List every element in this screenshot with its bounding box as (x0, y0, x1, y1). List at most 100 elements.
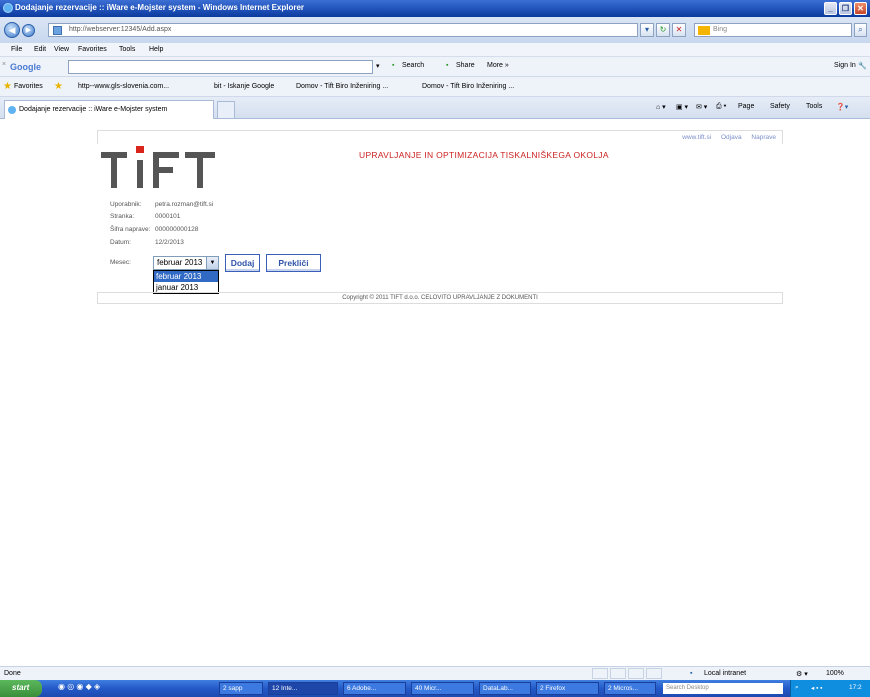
desktop-search-input[interactable]: Search Desktop (663, 683, 783, 694)
taskbar-item-microsoft[interactable]: 40 Micr... (411, 682, 474, 695)
menu-help[interactable]: Help (149, 46, 163, 53)
menu-tools[interactable]: Tools (119, 46, 135, 53)
system-tray: ⌕ ◂ ▪ ▪ 17:2 (790, 680, 870, 697)
protected-mode-icon[interactable]: ⚙ ▾ (796, 670, 808, 678)
value-sifra-naprave: 000000000128 (155, 226, 199, 233)
favorites-bar: ★ Favorites ★ http--www.gls-slovenia.com… (0, 77, 870, 97)
value-datum: 12/2/2013 (155, 239, 184, 246)
status-pane (610, 668, 626, 679)
back-button[interactable]: ◀ (4, 22, 20, 38)
tab-active[interactable]: Dodajanje rezervacije :: iWare e-Mojster… (4, 100, 214, 119)
add-button[interactable]: Dodaj (225, 254, 260, 272)
favorites-star-icon: ★ (3, 81, 12, 92)
month-select[interactable]: februar 2013 ▼ (153, 256, 219, 270)
value-stranka: 0000101 (155, 213, 181, 220)
taskbar-item-sapp[interactable]: 2 sapp (219, 682, 263, 695)
forward-button[interactable]: ▶ (22, 24, 35, 37)
favorite-link-google[interactable]: bit - Iskanje Google (214, 83, 274, 90)
address-bar[interactable]: http://webserver:12345/Add.aspx (48, 23, 638, 37)
link-naprave[interactable]: Naprave (751, 134, 776, 141)
close-button[interactable]: ✕ (854, 2, 867, 15)
menu-favorites[interactable]: Favorites (78, 46, 107, 53)
mail-icon[interactable]: ✉ ▾ (696, 103, 707, 111)
google-search-input[interactable] (68, 60, 373, 74)
search-input[interactable]: Bing (694, 23, 852, 37)
zoom-level[interactable]: 100% (826, 670, 844, 677)
taskbar-item-ie[interactable]: 12 Inte... (268, 682, 338, 695)
status-bar: Done ▪ Local intranet ⚙ ▾ 100% (0, 666, 870, 680)
ie-logo-icon (3, 3, 13, 13)
month-select-value: februar 2013 (157, 258, 203, 267)
google-more-button[interactable]: More » (487, 62, 509, 69)
link-tift-website[interactable]: www.tift.si (682, 134, 711, 141)
google-search-dropdown[interactable]: ▾ (376, 62, 380, 70)
stop-button[interactable]: ✕ (672, 23, 686, 37)
month-dropdown-list: februar 2013 januar 2013 (153, 270, 219, 294)
address-dropdown-button[interactable]: ▾ (640, 23, 654, 37)
start-button[interactable]: start (0, 680, 42, 697)
month-option-februar[interactable]: februar 2013 (154, 271, 218, 282)
page-footer: Copyright © 2011 TIFT d.o.o. CELOVITO UP… (97, 292, 783, 304)
cancel-button[interactable]: Prekliči (266, 254, 321, 272)
google-share-button[interactable]: Share (456, 62, 475, 69)
menu-edit[interactable]: Edit (34, 46, 46, 53)
page-icon (53, 26, 62, 35)
label-sifra-naprave: Šifra naprave: (110, 226, 151, 233)
feeds-icon[interactable]: ▣ ▾ (676, 103, 688, 111)
menu-file[interactable]: File (11, 46, 22, 53)
clock: 17:2 (849, 684, 862, 691)
page-content: www.tift.si Odjava Naprave UPRAVLJANJE I… (0, 120, 870, 666)
menu-view[interactable]: View (54, 46, 69, 53)
share-icon: ▪ (446, 62, 449, 69)
quick-launch-icons[interactable]: ◉ ◎ ◉ ◆ ◈ (58, 682, 100, 691)
google-search-button[interactable]: Search (402, 62, 424, 69)
window-title: Dodajanje rezervacije :: iWare e-Mojster… (15, 3, 305, 12)
windows-taskbar: start ◉ ◎ ◉ ◆ ◈ 2 sapp 12 Inte... 6 Adob… (0, 680, 870, 697)
minimize-button[interactable]: _ (824, 2, 837, 15)
favorites-button[interactable]: Favorites (14, 83, 43, 90)
tab-row: Dodajanje rezervacije :: iWare e-Mojster… (0, 97, 870, 119)
bing-icon (698, 26, 710, 35)
tools-menu[interactable]: Tools (806, 103, 822, 110)
taskbar-item-datalab[interactable]: DataLab... (479, 682, 531, 695)
security-zone: Local intranet (704, 670, 747, 677)
help-icon[interactable]: ❓▾ (836, 103, 848, 111)
close-toolbar-icon[interactable]: × (2, 61, 6, 68)
tab-page-icon (8, 106, 16, 114)
tift-logo (101, 146, 215, 188)
google-toolbar: × Google ▾ ▪ Search ▪ Share More » Sign … (0, 57, 870, 77)
search-placeholder: Bing (713, 26, 728, 33)
home-icon[interactable]: ⌂ ▾ (656, 103, 666, 111)
restore-button[interactable]: ❐ (839, 2, 852, 15)
status-text: Done (4, 670, 21, 677)
favorite-link-tift-1[interactable]: Domov - Tift Biro Inženiring ... (296, 83, 388, 90)
google-logo: Google (10, 62, 41, 72)
window-title-bar: Dodajanje rezervacije :: iWare e-Mojster… (0, 0, 870, 17)
favorite-link-tift-2[interactable]: Domov - Tift Biro Inženiring ... (422, 83, 514, 90)
status-pane (646, 668, 662, 679)
print-icon[interactable]: ⎙ ▾ (716, 103, 727, 111)
label-stranka: Stranka: (110, 213, 135, 220)
search-icon[interactable]: ⌕ (795, 684, 799, 692)
link-odjava[interactable]: Odjava (721, 134, 742, 141)
add-favorite-icon[interactable]: ★ (54, 81, 63, 92)
taskbar-item-adobe[interactable]: 6 Adobe... (343, 682, 406, 695)
value-uporabnik: petra.rozman@tift.si (155, 201, 214, 208)
google-signin-button[interactable]: Sign In (834, 62, 856, 69)
wrench-icon[interactable]: 🔧 (858, 62, 867, 70)
taskbar-item-micros[interactable]: 2 Micros... (604, 682, 656, 695)
refresh-button[interactable]: ↻ (656, 23, 670, 37)
status-pane (628, 668, 644, 679)
address-toolbar: ◀ ▶ http://webserver:12345/Add.aspx ▾ ↻ … (0, 17, 870, 43)
google-search-icon: ▪ (392, 62, 395, 69)
chevron-down-icon[interactable]: ▼ (206, 257, 218, 269)
search-button[interactable]: ⌕ (854, 23, 867, 37)
label-datum: Datum: (110, 239, 131, 246)
safety-menu[interactable]: Safety (770, 103, 790, 110)
new-tab-button[interactable] (217, 101, 235, 118)
page-headline: UPRAVLJANJE IN OPTIMIZACIJA TISKALNIŠKEG… (359, 150, 609, 160)
page-menu[interactable]: Page (738, 103, 754, 110)
tray-icons[interactable]: ◂ ▪ ▪ (811, 684, 822, 692)
favorite-link-gls[interactable]: http--www.gls-slovenia.com... (78, 83, 169, 90)
taskbar-item-firefox[interactable]: 2 Firefox (536, 682, 599, 695)
